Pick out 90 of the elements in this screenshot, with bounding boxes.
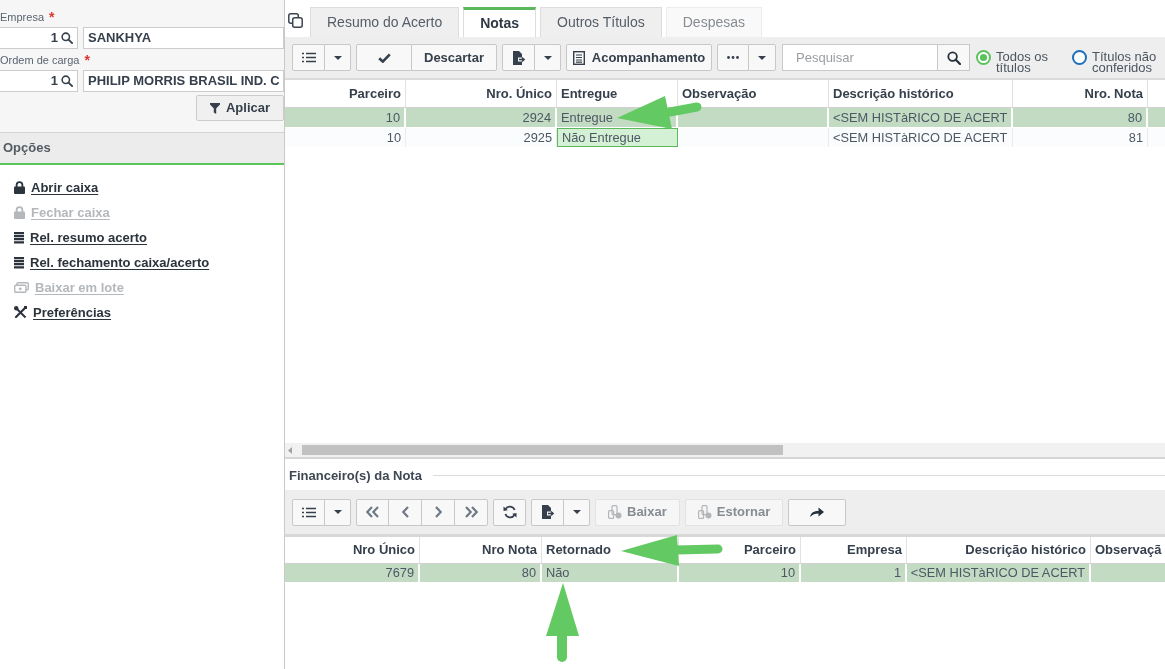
forward-button[interactable] <box>788 498 847 526</box>
section-header: Opções <box>0 133 284 165</box>
search-button[interactable] <box>937 44 970 71</box>
discard-button[interactable]: Descartar <box>411 44 497 71</box>
column-header: Descrição histórico <box>829 80 1013 107</box>
table-cell: 10 <box>285 128 406 147</box>
field-label: Ordem de carga <box>0 54 80 67</box>
required-mark: * <box>84 54 90 67</box>
column-header: Nro. Nota <box>1013 80 1148 107</box>
required-mark: * <box>49 11 55 24</box>
column-header: Descrição histórico <box>907 537 1091 563</box>
coins-icon <box>608 505 622 519</box>
apply-button[interactable]: Aplicar <box>196 95 284 121</box>
column-header: Nro Único <box>285 537 420 563</box>
search-icon[interactable] <box>61 32 73 44</box>
export-button[interactable] <box>502 44 535 71</box>
table-cell: 81 <box>1013 128 1148 147</box>
tab[interactable]: Outros Títulos <box>540 7 662 37</box>
list-button[interactable] <box>292 498 325 526</box>
radio-label: Títulos não conferidos <box>1092 51 1158 73</box>
tools-icon <box>14 306 27 319</box>
follow-up-button[interactable]: Acompanhamento <box>566 44 712 71</box>
field-label: Empresa <box>0 11 45 24</box>
more-button[interactable] <box>717 44 749 71</box>
coins-icon <box>697 505 712 519</box>
confirm-button[interactable] <box>356 44 412 71</box>
column-header: Nro. Único <box>406 80 557 107</box>
filter-icon <box>209 102 220 114</box>
document-lines-icon <box>14 231 24 244</box>
dropdown-button[interactable] <box>748 44 776 71</box>
tab[interactable]: Resumo do Acerto <box>310 7 460 37</box>
table-cell: <SEM HISTàRICO DE ACERT <box>907 564 1091 582</box>
radio-button[interactable] <box>1072 50 1087 65</box>
column-header: Empresa <box>801 537 907 563</box>
column-header: Nro Nota <box>420 537 542 563</box>
list-icon <box>301 506 316 518</box>
first-page-button[interactable] <box>356 498 389 526</box>
list-icon <box>301 52 316 63</box>
document-arrow-icon <box>512 50 525 65</box>
chevron-right-icon <box>434 506 442 518</box>
check-icon <box>377 52 391 63</box>
option-link[interactable]: Rel. fechamento caixa/acerto <box>14 250 210 275</box>
scrollbar-thumb[interactable] <box>302 445 783 455</box>
table-cell: 1 <box>801 564 907 582</box>
list-document-icon <box>572 50 585 65</box>
last-page-button[interactable] <box>454 498 488 526</box>
scroll-left-icon[interactable] <box>288 446 292 454</box>
caret-icon <box>333 510 342 514</box>
caret-icon <box>572 510 581 514</box>
tab[interactable]: Notas <box>463 7 537 37</box>
table-cell: Não Entregue <box>557 128 678 147</box>
copy-icon[interactable] <box>288 13 303 28</box>
radio-label: Todos os títulos <box>996 51 1050 73</box>
option-link[interactable]: Rel. resumo acerto <box>14 225 148 250</box>
refresh-icon <box>502 505 517 519</box>
column-header: Parceiro <box>285 80 406 107</box>
search-field[interactable]: Pesquisar <box>782 44 938 71</box>
radio-button[interactable] <box>976 50 991 65</box>
table-cell: <SEM HISTàRICO DE ACERT <box>829 128 1013 147</box>
list-button[interactable] <box>292 44 325 71</box>
lock-icon <box>14 206 25 219</box>
double-chevron-left-icon <box>366 506 379 518</box>
column-header: Observaçã <box>1094 541 1163 560</box>
export-button[interactable] <box>531 498 564 526</box>
table-cell: 80 <box>420 564 542 582</box>
option-link[interactable]: Abrir caixa <box>14 175 99 200</box>
document-arrow-icon <box>541 505 554 519</box>
document-lines-icon <box>14 256 24 269</box>
curved-arrow-icon <box>810 507 825 517</box>
column-header: Observação <box>678 80 829 107</box>
caret-icon <box>543 55 552 60</box>
double-chevron-right-icon <box>464 506 478 518</box>
table-cell: 7679 <box>285 564 420 582</box>
banknote-icon <box>14 282 29 293</box>
section-title: Financeiro(s) da Nota <box>289 466 422 485</box>
search-icon <box>946 50 961 65</box>
next-page-button[interactable] <box>421 498 455 526</box>
description-field[interactable]: PHILIP MORRIS BRASIL IND. C <box>83 70 284 92</box>
option-link[interactable]: Preferências <box>14 300 112 325</box>
ellipsis-icon <box>727 56 739 59</box>
previous-page-button[interactable] <box>388 498 422 526</box>
code-field[interactable]: 1 <box>0 70 78 92</box>
lock-icon <box>14 181 25 194</box>
description-field[interactable]: SANKHYA <box>83 27 284 49</box>
caret-icon <box>758 55 766 60</box>
refresh-button[interactable] <box>493 498 526 526</box>
search-icon[interactable] <box>61 75 73 87</box>
chevron-left-icon <box>401 506 409 518</box>
code-field[interactable]: 1 <box>0 27 78 49</box>
caret-icon <box>333 55 342 60</box>
